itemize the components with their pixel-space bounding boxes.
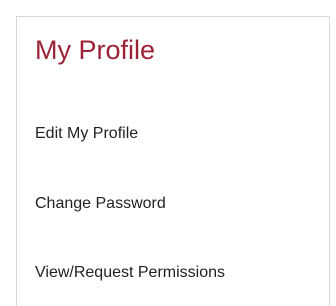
change-password-link[interactable]: Change Password — [35, 194, 166, 214]
panel-title: My Profile — [35, 35, 156, 65]
profile-menu-panel: My Profile Edit My Profile Change Passwo… — [16, 16, 330, 306]
view-request-permissions-link[interactable]: View/Request Permissions — [35, 263, 225, 283]
edit-my-profile-link[interactable]: Edit My Profile — [35, 124, 138, 144]
